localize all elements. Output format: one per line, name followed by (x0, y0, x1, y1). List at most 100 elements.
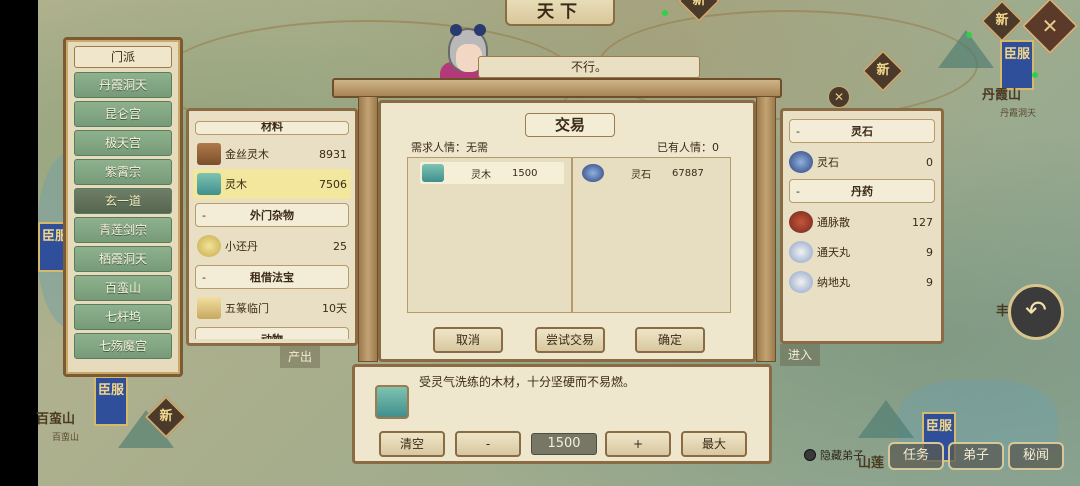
sect-item[interactable]: 七殇魔宫 (74, 333, 172, 359)
toggle-icon (804, 449, 816, 461)
map-title: 天下 (505, 0, 615, 26)
cancel-button[interactable]: 取消 (433, 327, 503, 353)
item-name: 金丝灵木 (225, 148, 269, 161)
output-label: 产出 (280, 346, 321, 368)
spirit-stone-icon (582, 164, 604, 182)
item-name: 通天丸 (817, 246, 850, 259)
inventory-category[interactable]: 动物 (195, 327, 349, 339)
inventory-category[interactable]: - 租借法宝 (195, 265, 349, 289)
item-detail-panel: 受灵气洗练的木材，十分坚硬而不易燃。 清空 - 1500 + 最大 (352, 364, 772, 464)
trade-frame-roof (332, 78, 782, 98)
try-trade-button[interactable]: 尝试交易 (535, 327, 605, 353)
trade-divider (571, 158, 573, 312)
spirit-wood-icon (197, 173, 221, 195)
resource-category[interactable]: - 灵石 (789, 119, 935, 143)
trade-panel: 交易 需求人情：无需 已有人情：0 灵木 1500 灵石 67887 取消 尝试… (378, 100, 756, 362)
resource-item[interactable]: 灵石 0 (783, 147, 941, 177)
marker-dot (966, 32, 972, 38)
powder-bowl-icon (789, 211, 813, 233)
trade-frame-pillar (358, 96, 378, 362)
secrets-button[interactable]: 秘闻 (1008, 442, 1064, 470)
sect-item[interactable]: 紫霄宗 (74, 159, 172, 185)
sect-list-header: 门派 (74, 46, 172, 68)
receive-item[interactable]: 灵石 67887 (580, 162, 724, 184)
resource-item[interactable]: 通天丸 9 (783, 237, 941, 267)
place-sublabel: 百蛮山 (52, 433, 80, 443)
spirit-wood-icon (422, 164, 444, 182)
sect-item[interactable]: 百蛮山 (74, 275, 172, 301)
inventory-item[interactable]: 五篆临门 10天 (193, 293, 351, 323)
tasks-button[interactable]: 任务 (888, 442, 944, 470)
item-name: 小还丹 (225, 240, 258, 253)
sect-item-selected[interactable]: 玄一道 (74, 188, 172, 214)
resource-category[interactable]: - 丹药 (789, 179, 935, 203)
inventory-item-selected[interactable]: 灵木 7506 (193, 169, 351, 199)
spirit-wood-icon (375, 385, 409, 419)
item-name: 纳地丸 (817, 276, 850, 289)
resource-item[interactable]: 纳地丸 9 (783, 267, 941, 297)
npc-hair-bun (474, 24, 486, 36)
max-button[interactable]: 最大 (681, 431, 747, 457)
npc-speech-bubble: 不行。 (478, 56, 700, 78)
sect-list-panel: 门派 丹霞洞天 昆仑宫 极天宫 紫霄宗 玄一道 青莲剑宗 栖霞洞天 百蛮山 七杆… (63, 37, 183, 377)
inventory-panel[interactable]: 材料 金丝灵木 8931 灵木 7506 - 外门杂物 小还丹 25 - 租借法宝 … (186, 108, 358, 346)
receive-item-count: 67887 (672, 167, 704, 179)
gourd-icon (789, 271, 813, 293)
pill-icon (197, 235, 221, 257)
wood-icon (197, 143, 221, 165)
sect-item[interactable]: 昆仑宫 (74, 101, 172, 127)
gourd-icon (789, 241, 813, 263)
item-count: 9 (926, 275, 933, 289)
inventory-item[interactable]: 金丝灵木 8931 (193, 139, 351, 169)
sect-item[interactable]: 青莲剑宗 (74, 217, 172, 243)
sect-item[interactable]: 丹霞洞天 (74, 72, 172, 98)
sect-item[interactable]: 七杆坞 (74, 304, 172, 330)
sect-item[interactable]: 极天宫 (74, 130, 172, 156)
item-count: 9 (926, 245, 933, 259)
trade-title: 交易 (525, 113, 615, 137)
item-name: 通脉散 (817, 216, 850, 229)
offer-item[interactable]: 灵木 1500 (420, 162, 564, 184)
scroll-icon (197, 297, 221, 319)
confirm-button[interactable]: 确定 (635, 327, 705, 353)
trade-frame-pillar (756, 96, 776, 362)
clear-button[interactable]: 清空 (379, 431, 445, 457)
have-favor-label: 已有人情：0 (657, 141, 719, 154)
resources-panel[interactable]: - 灵石 灵石 0 - 丹药 通脉散 127 通天丸 9 纳地丸 9 (780, 108, 944, 344)
item-name: 五篆临门 (225, 302, 269, 315)
need-favor-label: 需求人情：无需 (411, 141, 488, 154)
inventory-category[interactable]: - 外门杂物 (195, 203, 349, 227)
enter-label: 进入 (780, 344, 821, 366)
trade-box: 灵木 1500 灵石 67887 (407, 157, 731, 313)
spirit-stone-icon (789, 151, 813, 173)
disciples-button[interactable]: 弟子 (948, 442, 1004, 470)
item-count: 7506 (319, 177, 347, 191)
inventory-category[interactable]: 材料 (195, 121, 349, 135)
receive-item-name: 灵石 (631, 169, 651, 181)
inventory-item[interactable]: 小还丹 25 (193, 231, 351, 261)
npc-hair-bun (450, 24, 462, 36)
item-count: 25 (333, 239, 347, 253)
back-arrow-icon[interactable]: ↶ (1008, 284, 1064, 340)
marker-dot (1032, 72, 1038, 78)
quantity-display[interactable]: 1500 (531, 433, 597, 455)
decrease-button[interactable]: - (455, 431, 521, 457)
sect-item[interactable]: 栖霞洞天 (74, 246, 172, 272)
place-sublabel: 丹霞洞天 (1000, 109, 1037, 119)
offer-item-name: 灵木 (471, 169, 491, 181)
toggle-label: 隐藏弟子 (820, 449, 864, 462)
item-count: 8931 (319, 147, 347, 161)
resource-item[interactable]: 通脉散 127 (783, 207, 941, 237)
item-count: 127 (912, 215, 933, 229)
offer-item-count: 1500 (512, 167, 538, 179)
place-label: 丹霞山 (982, 88, 1022, 103)
item-description: 受灵气洗练的木材，十分坚硬而不易燃。 (419, 375, 636, 389)
map-close-icon[interactable]: ✕ (828, 86, 850, 108)
marker-dot (662, 10, 668, 16)
vassal-flag[interactable]: 臣服 (1000, 40, 1034, 90)
mountain-icon (858, 400, 914, 438)
hide-disciples-toggle[interactable]: 隐藏弟子 (804, 447, 864, 463)
inventory-list[interactable]: 材料 金丝灵木 8931 灵木 7506 - 外门杂物 小还丹 25 - 租借法宝 … (193, 117, 351, 339)
vassal-flag[interactable]: 臣服 (94, 376, 128, 426)
increase-button[interactable]: + (605, 431, 671, 457)
